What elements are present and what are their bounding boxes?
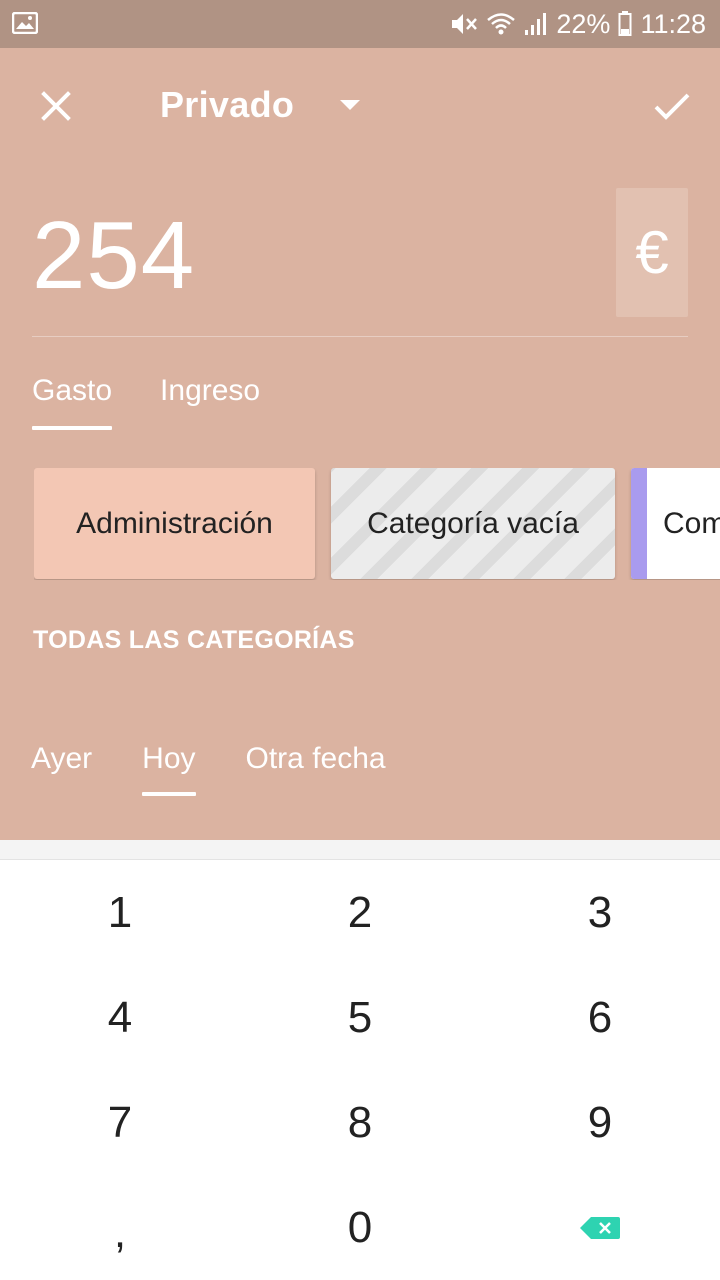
currency-button[interactable]: €: [616, 188, 688, 317]
key-9[interactable]: 9: [480, 1070, 720, 1175]
key-0[interactable]: 0: [240, 1175, 480, 1280]
tab-ingreso[interactable]: Ingreso: [160, 374, 260, 430]
type-tabs: Gasto Ingreso: [32, 374, 260, 430]
tab-hoy[interactable]: Hoy: [142, 742, 196, 796]
wifi-icon: [486, 12, 516, 36]
amount-display[interactable]: 254: [32, 208, 195, 304]
key-4[interactable]: 4: [0, 965, 240, 1070]
clock: 11:28: [640, 8, 706, 39]
tab-otra-fecha[interactable]: Otra fecha: [246, 742, 386, 796]
backspace-button[interactable]: [480, 1175, 720, 1280]
battery-percentage: 22%: [556, 8, 611, 39]
all-categories-link[interactable]: TODAS LAS CATEGORÍAS: [33, 626, 355, 655]
key-comma[interactable]: ,: [0, 1175, 240, 1280]
keypad-separator: [0, 840, 720, 860]
category-label: Categoría vacía: [367, 506, 579, 540]
category-vacia[interactable]: Categoría vacía: [331, 468, 615, 579]
close-button[interactable]: [36, 86, 76, 126]
tab-gasto[interactable]: Gasto: [32, 374, 113, 430]
category-administracion[interactable]: Administración: [34, 468, 315, 579]
tab-ayer[interactable]: Ayer: [31, 742, 92, 796]
key-1[interactable]: 1: [0, 860, 240, 965]
category-label: Administración: [76, 506, 273, 540]
caret-down-icon: [340, 100, 361, 110]
confirm-button[interactable]: [652, 86, 692, 126]
key-6[interactable]: 6: [480, 965, 720, 1070]
category-list: Administración Categoría vacía Com: [34, 468, 720, 580]
signal-icon: [524, 12, 548, 36]
entry-panel: Privado 254 € Gasto Ingreso Administraci…: [0, 48, 720, 840]
divider: [32, 336, 688, 337]
status-bar: 22% 11:28: [0, 0, 720, 48]
backspace-icon: [580, 1216, 620, 1239]
key-5[interactable]: 5: [240, 965, 480, 1070]
account-name: Privado: [160, 84, 295, 125]
key-3[interactable]: 3: [480, 860, 720, 965]
key-7[interactable]: 7: [0, 1070, 240, 1175]
check-icon: [654, 93, 690, 120]
close-icon: [41, 91, 71, 121]
image-icon: [12, 12, 38, 34]
category-label: Com: [663, 506, 720, 540]
numeric-keypad: 1 2 3 4 5 6 7 8 9 , 0: [0, 860, 720, 1280]
key-8[interactable]: 8: [240, 1070, 480, 1175]
key-2[interactable]: 2: [240, 860, 480, 965]
mute-icon: [450, 11, 478, 37]
date-tabs: Ayer Hoy Otra fecha: [31, 742, 386, 796]
category-partial[interactable]: Com: [631, 468, 720, 579]
battery-icon: [618, 11, 632, 37]
account-selector[interactable]: Privado: [160, 84, 361, 126]
